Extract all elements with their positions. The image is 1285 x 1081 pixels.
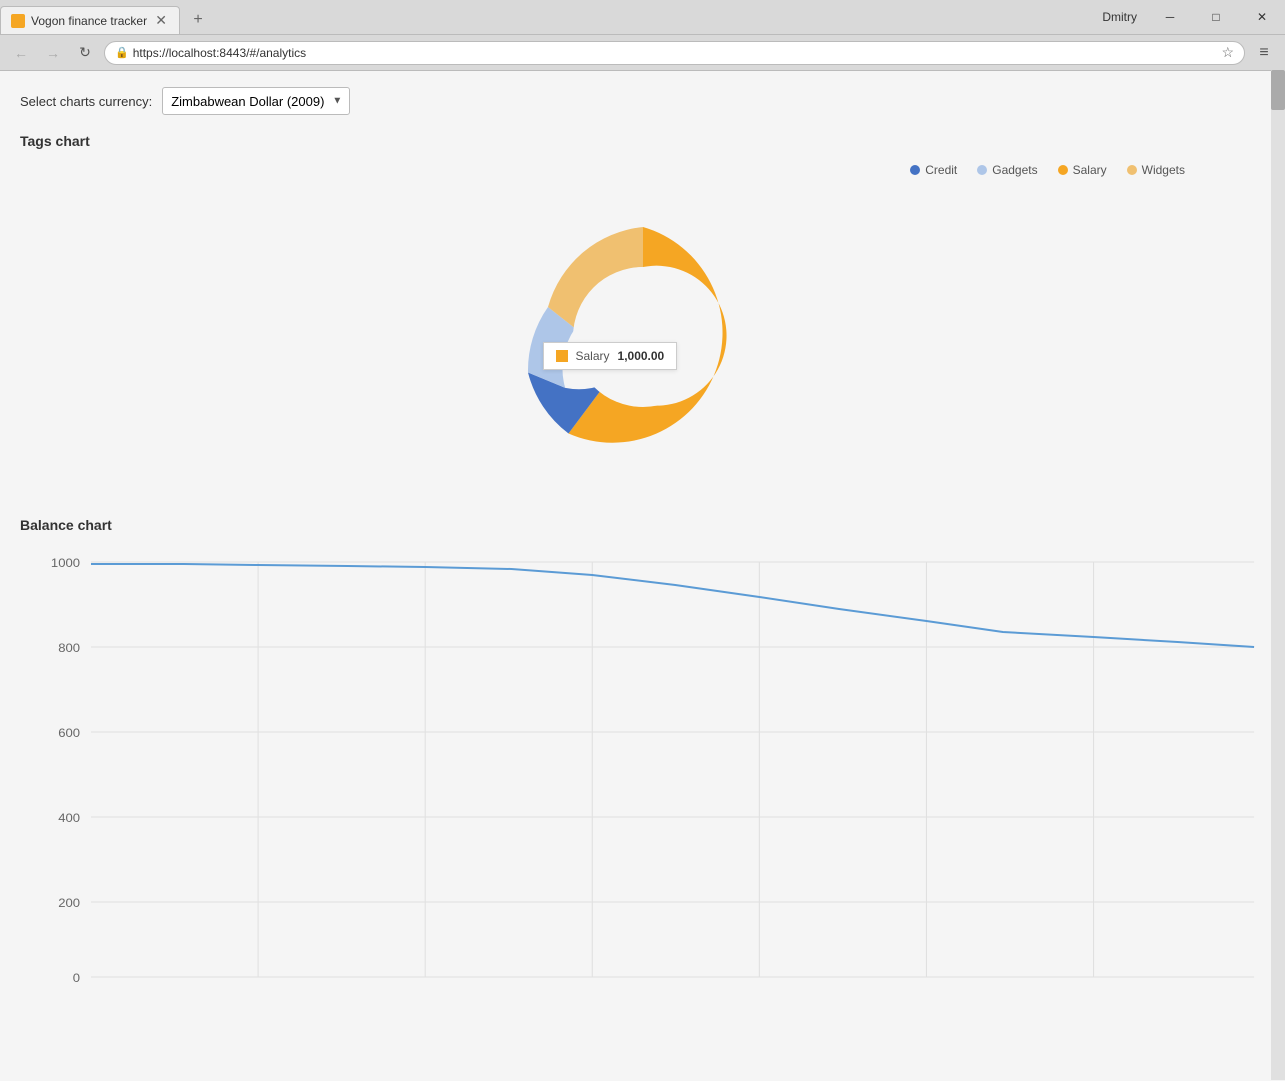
refresh-button[interactable]: ↻ xyxy=(72,40,98,66)
balance-svg: 1000 800 600 400 200 0 xyxy=(20,547,1265,987)
tooltip-value: 1,000.00 xyxy=(618,349,665,363)
legend-dot-credit xyxy=(910,165,920,175)
active-tab[interactable]: Vogon finance tracker ✕ xyxy=(0,6,180,34)
back-button[interactable]: ← xyxy=(8,40,34,66)
balance-chart-title: Balance chart xyxy=(20,517,1265,533)
currency-selector-row: Select charts currency: Zimbabwean Dolla… xyxy=(20,87,1265,115)
balance-line xyxy=(91,564,1254,647)
user-label: Dmitry xyxy=(1092,0,1147,34)
legend-item-salary: Salary xyxy=(1058,163,1107,177)
page-content: Select charts currency: Zimbabwean Dolla… xyxy=(0,71,1285,1081)
scrollbar-thumb[interactable] xyxy=(1271,70,1285,110)
legend-item-credit: Credit xyxy=(910,163,957,177)
currency-label: Select charts currency: xyxy=(20,94,152,109)
donut-inner-circle xyxy=(573,267,713,407)
scrollbar[interactable] xyxy=(1271,70,1285,1080)
tooltip-color-swatch xyxy=(556,350,568,362)
currency-select[interactable]: Zimbabwean Dollar (2009) xyxy=(162,87,350,115)
balance-chart-section: Balance chart 1000 800 600 400 200 0 xyxy=(20,517,1265,987)
donut-chart-container: Credit Gadgets Salary Widgets xyxy=(20,163,1265,487)
close-button[interactable]: ✕ xyxy=(1239,0,1285,34)
y-label-600: 600 xyxy=(58,726,80,739)
minimize-button[interactable]: ─ xyxy=(1147,0,1193,34)
tab-close-button[interactable]: ✕ xyxy=(153,13,169,29)
url-bar[interactable]: 🔒 https://localhost:8443/#/analytics ☆ xyxy=(104,41,1245,65)
new-tab-button[interactable]: + xyxy=(184,6,212,34)
url-text: https://localhost:8443/#/analytics xyxy=(133,46,306,60)
donut-tooltip: Salary 1,000.00 xyxy=(543,342,678,370)
legend-label-widgets: Widgets xyxy=(1142,163,1185,177)
address-bar: ← → ↻ 🔒 https://localhost:8443/#/analyti… xyxy=(0,34,1285,70)
bookmark-icon[interactable]: ☆ xyxy=(1221,44,1234,61)
legend-dot-widgets xyxy=(1127,165,1137,175)
maximize-button[interactable]: □ xyxy=(1193,0,1239,34)
secure-icon: 🔒 xyxy=(115,46,129,59)
tab-favicon xyxy=(11,14,25,28)
y-label-400: 400 xyxy=(58,811,80,824)
y-label-800: 800 xyxy=(58,641,80,654)
donut-svg xyxy=(493,187,793,487)
tags-chart-section: Tags chart Credit Gadgets Salary xyxy=(20,133,1265,487)
legend-item-widgets: Widgets xyxy=(1127,163,1185,177)
legend-dot-salary xyxy=(1058,165,1068,175)
y-label-1000: 1000 xyxy=(51,556,80,569)
legend-item-gadgets: Gadgets xyxy=(977,163,1037,177)
legend-label-gadgets: Gadgets xyxy=(992,163,1037,177)
forward-button[interactable]: → xyxy=(40,40,66,66)
y-label-200: 200 xyxy=(58,896,80,909)
y-label-0: 0 xyxy=(73,971,80,984)
legend-label-credit: Credit xyxy=(925,163,957,177)
tab-title: Vogon finance tracker xyxy=(31,14,147,28)
legend-label-salary: Salary xyxy=(1073,163,1107,177)
legend-dot-gadgets xyxy=(977,165,987,175)
donut-chart: Salary 1,000.00 xyxy=(493,187,793,487)
tooltip-label: Salary xyxy=(576,349,610,363)
balance-chart-area: 1000 800 600 400 200 0 xyxy=(20,547,1265,987)
tags-chart-title: Tags chart xyxy=(20,133,1265,149)
browser-menu-button[interactable]: ≡ xyxy=(1251,40,1277,66)
donut-legend: Credit Gadgets Salary Widgets xyxy=(20,163,1265,177)
currency-select-wrapper: Zimbabwean Dollar (2009) ▼ xyxy=(162,87,350,115)
